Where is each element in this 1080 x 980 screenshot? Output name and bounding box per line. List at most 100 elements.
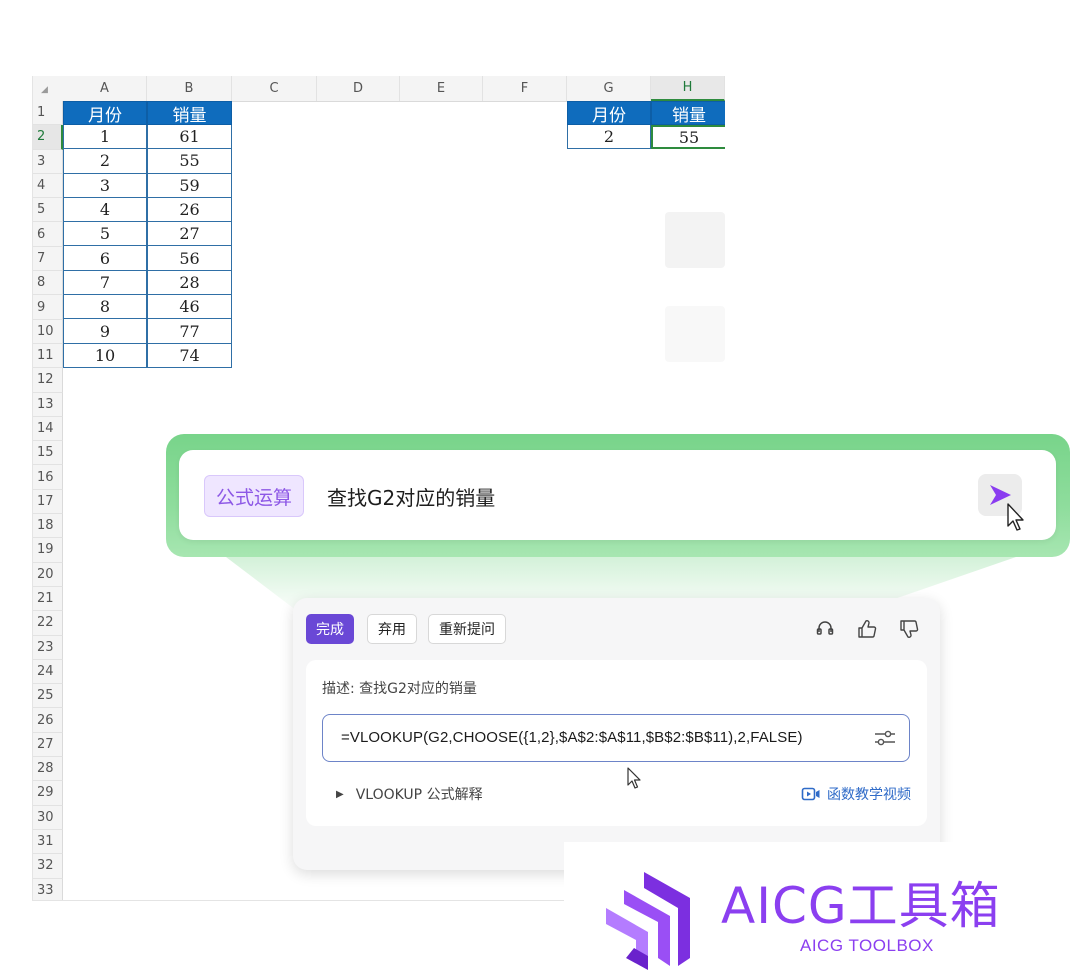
video-icon — [801, 787, 820, 801]
brand-watermark: AICG工具箱 AICG TOOLBOX — [564, 842, 1080, 980]
cell-month[interactable]: 3 — [63, 173, 147, 198]
table-row: 9 77 — [63, 319, 232, 344]
cell-sales[interactable]: 59 — [147, 173, 232, 198]
header-cell-month[interactable]: 月份 — [567, 101, 651, 126]
header-cell-month[interactable]: 月份 — [63, 101, 147, 126]
row-header[interactable]: 31 — [33, 829, 63, 855]
cell-month[interactable]: 10 — [63, 343, 147, 368]
row-header[interactable]: 12 — [33, 368, 63, 393]
column-header-h[interactable]: H — [651, 76, 725, 101]
row-header[interactable]: 2 — [33, 125, 63, 150]
row-header[interactable]: 16 — [33, 465, 63, 490]
mouse-cursor-icon — [627, 767, 641, 789]
cell-month[interactable]: 5 — [63, 222, 147, 247]
row-header[interactable]: 20 — [33, 562, 63, 587]
cell-month[interactable]: 7 — [63, 270, 147, 296]
ghost-panel — [665, 212, 725, 268]
row-header[interactable]: 30 — [33, 805, 63, 830]
table-row: 3 59 — [63, 173, 232, 198]
cell-sales[interactable]: 56 — [147, 246, 232, 271]
row-header[interactable]: 22 — [33, 611, 63, 636]
row-header[interactable]: 14 — [33, 416, 63, 442]
cell-month[interactable]: 2 — [63, 149, 147, 174]
select-all-corner[interactable]: ◢ — [33, 76, 63, 101]
row-header[interactable]: 18 — [33, 514, 63, 539]
cell-sales[interactable]: 28 — [147, 270, 232, 296]
discard-button[interactable]: 弃用 — [367, 614, 417, 644]
header-cell-sales[interactable]: 销量 — [147, 101, 232, 126]
done-button[interactable]: 完成 — [306, 614, 354, 644]
cell-sales[interactable]: 27 — [147, 222, 232, 247]
formula-explanation-toggle[interactable]: ▶ VLOOKUP 公式解释 — [336, 784, 483, 804]
column-header-g[interactable]: G — [567, 76, 651, 101]
table-row: 4 26 — [63, 197, 232, 223]
reask-button[interactable]: 重新提问 — [428, 614, 506, 644]
row-header[interactable]: 11 — [33, 343, 63, 369]
cell-sales[interactable]: 46 — [147, 295, 232, 320]
row-header[interactable]: 6 — [33, 222, 63, 247]
thumbs-down-icon[interactable] — [898, 618, 920, 640]
row-header[interactable]: 4 — [33, 173, 63, 199]
row-header[interactable]: 5 — [33, 198, 63, 223]
row-header[interactable]: 15 — [33, 441, 63, 466]
row-header[interactable]: 28 — [33, 757, 63, 782]
mouse-cursor-icon — [1007, 503, 1024, 531]
expand-triangle-icon: ▶ — [336, 788, 344, 800]
row-header[interactable]: 3 — [33, 149, 63, 174]
row-header[interactable]: 29 — [33, 781, 63, 806]
column-header-b[interactable]: B — [147, 76, 232, 101]
row-header[interactable]: 9 — [33, 295, 63, 320]
cell-sales[interactable]: 77 — [147, 319, 232, 344]
formula-description: 描述: 查找G2对应的销量 — [322, 681, 477, 697]
row-header[interactable]: 23 — [33, 635, 63, 660]
tutorial-video-link[interactable]: 函数教学视频 — [801, 784, 911, 804]
formula-text[interactable]: =VLOOKUP(G2,CHOOSE({1,2},$A$2:$A$11,$B$2… — [341, 729, 803, 746]
row-header[interactable]: 7 — [33, 246, 63, 272]
cell-month[interactable]: 9 — [63, 319, 147, 344]
prompt-input-text[interactable]: 查找G2对应的销量 — [327, 482, 495, 511]
cell-sales[interactable]: 26 — [147, 197, 232, 223]
cell-sales[interactable]: 74 — [147, 343, 232, 368]
row-header[interactable]: 24 — [33, 659, 63, 685]
row-header[interactable]: 10 — [33, 319, 63, 344]
row-header[interactable]: 8 — [33, 271, 63, 296]
header-cell-sales[interactable]: 销量 — [651, 101, 725, 126]
thumbs-up-icon[interactable] — [856, 618, 878, 640]
settings-sliders-icon[interactable] — [873, 728, 897, 748]
cell-sales[interactable]: 61 — [147, 125, 232, 150]
table-row: 7 28 — [63, 270, 232, 296]
row-header[interactable]: 27 — [33, 732, 63, 758]
feedback-headset-icon[interactable] — [814, 618, 836, 640]
table-row: 6 56 — [63, 246, 232, 271]
cell-month[interactable]: 4 — [63, 197, 147, 223]
formula-field[interactable]: =VLOOKUP(G2,CHOOSE({1,2},$A$2:$A$11,$B$2… — [322, 714, 910, 762]
cell-month[interactable]: 1 — [63, 125, 147, 150]
row-header[interactable]: 33 — [33, 878, 63, 900]
row-header[interactable]: 25 — [33, 684, 63, 709]
cell-g2[interactable]: 2 — [567, 125, 651, 150]
cell-sales[interactable]: 55 — [147, 149, 232, 174]
column-header-e[interactable]: E — [400, 76, 483, 101]
cell-month[interactable]: 8 — [63, 295, 147, 320]
formula-mode-tag[interactable]: 公式运算 — [204, 475, 305, 517]
row-header[interactable]: 13 — [33, 392, 63, 417]
row-header[interactable]: 21 — [33, 586, 63, 612]
row-header[interactable]: 19 — [33, 538, 63, 563]
row-header[interactable]: 26 — [33, 708, 63, 733]
row-header[interactable]: 32 — [33, 854, 63, 879]
column-header-a[interactable]: A — [63, 76, 147, 101]
column-header-d[interactable]: D — [317, 76, 400, 101]
table-row: 2 55 — [63, 149, 232, 174]
sales-data-table: 月份 销量 1 61 2 55 3 59 4 26 5 27 6 56 7 28 8 46 9 77 10 74 — [63, 101, 232, 368]
column-header-c[interactable]: C — [232, 76, 317, 101]
cell-h2-selected[interactable]: 55 — [651, 125, 725, 150]
cell-month[interactable]: 6 — [63, 246, 147, 271]
table-row: 5 27 — [63, 222, 232, 247]
brand-name: AICG工具箱 — [721, 877, 1001, 935]
prompt-bar[interactable]: 公式运算 查找G2对应的销量 — [179, 450, 1056, 540]
result-panel: 完成 弃用 重新提问 描述: 查找G2对应的销量 =VLOOKUP(G2,CHO… — [293, 598, 940, 870]
row-header-bar: 1 2 3 4 5 6 7 8 9 10 11 12 13 14 15 16 17 18 19 20 21 22 23 24 2… — [33, 101, 63, 900]
column-header-f[interactable]: F — [483, 76, 567, 101]
row-header[interactable]: 17 — [33, 489, 63, 515]
row-header[interactable]: 1 — [33, 101, 63, 126]
